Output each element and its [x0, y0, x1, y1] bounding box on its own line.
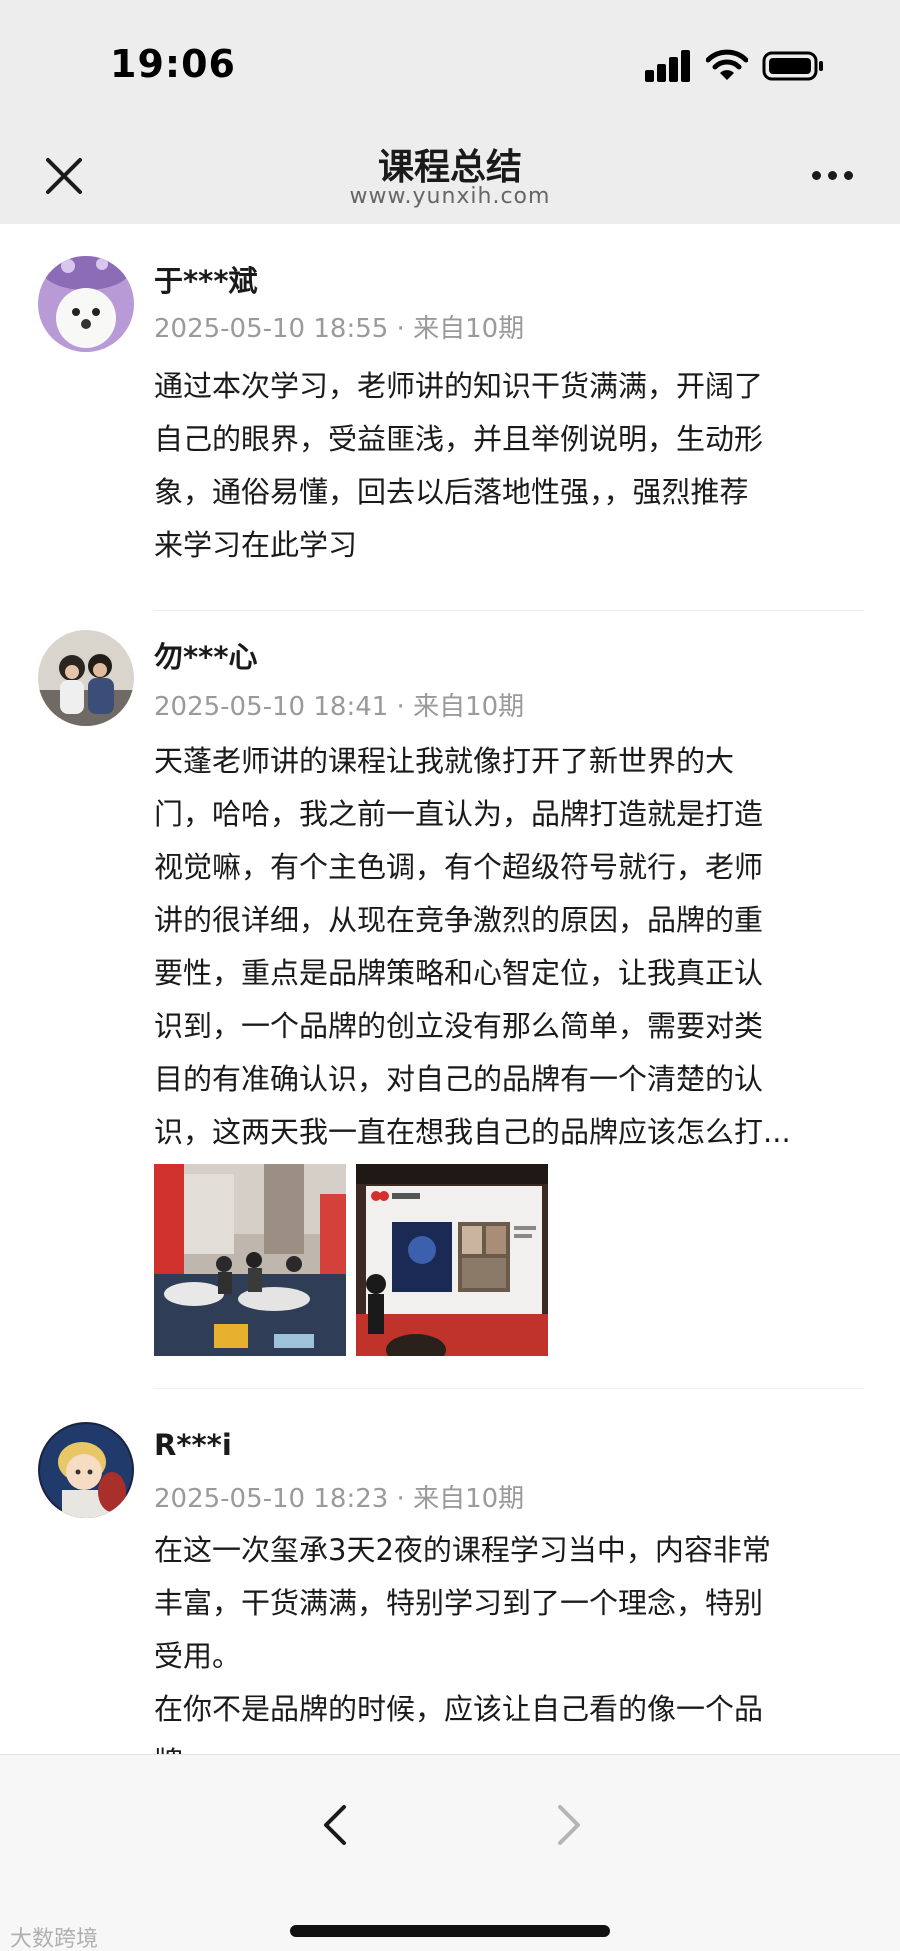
comment-text: 天蓬老师讲的课程让我就像打开了新世界的大 门，哈哈，我之前一直认为，品牌打造就是…	[154, 735, 864, 1159]
chevron-left-icon[interactable]	[316, 1801, 356, 1849]
divider	[154, 610, 864, 611]
status-time: 19:06	[110, 42, 236, 86]
post-meta: 2025-05-10 18:41 · 来自10期	[154, 692, 525, 722]
username: R***i	[154, 1428, 232, 1462]
text-line: 门，哈哈，我之前一直认为，品牌打造就是打造	[154, 797, 764, 831]
watermark: 大数跨境	[10, 1927, 99, 1951]
home-indicator[interactable]	[290, 1925, 610, 1937]
avatar[interactable]	[38, 256, 134, 352]
text-line: 受用。	[154, 1639, 242, 1673]
chevron-right-icon[interactable]	[548, 1801, 588, 1849]
text-line: 象，通俗易懂，回去以后落地性强，，强烈推荐	[154, 475, 749, 509]
text-line: 讲的很详细，从现在竞争激烈的原因，品牌的重	[154, 903, 764, 937]
text-line: 视觉嘛，有个主色调，有个超级符号就行，老师	[154, 850, 764, 884]
page-title: 课程总结	[377, 147, 522, 188]
bottom-toolbar: 大数跨境	[0, 1754, 900, 1951]
text-line: 丰富，干货满满，特别学习到了一个理念，特别	[154, 1586, 764, 1620]
avatar[interactable]	[38, 630, 134, 726]
text-line: 要性，重点是品牌策略和心智定位，让我真正认	[154, 956, 764, 990]
post-meta: 2025-05-10 18:23 · 来自10期	[154, 1484, 525, 1514]
username: 于***斌	[154, 264, 258, 298]
more-icon[interactable]	[808, 156, 858, 196]
text-line: 在你不是品牌的时候，应该让自己看的像一个品	[154, 1692, 764, 1726]
page-subtitle: www.yunxih.com	[349, 184, 551, 209]
username: 勿***心	[154, 640, 258, 674]
comment-text: 在这一次玺承3天2夜的课程学习当中，内容非常 丰富，干货满满，特别学习到了一个理…	[154, 1524, 864, 1754]
comment-text: 通过本次学习，老师讲的知识干货满满，开阔了 自己的眼界，受益匪浅，并且举例说明，…	[154, 360, 864, 572]
battery-icon	[762, 51, 823, 81]
text-line: 在这一次玺承3天2夜的课程学习当中，内容非常	[154, 1533, 771, 1567]
nav-bar: 课程总结 www.yunxih.com	[0, 120, 900, 224]
divider	[154, 1388, 864, 1389]
comment-feed[interactable]: 于***斌 2025-05-10 18:55 · 来自10期 通过本次学习，老师…	[0, 224, 900, 1754]
text-line: 识到，一个品牌的创立没有那么简单，需要对类	[154, 1009, 764, 1043]
text-line: 天蓬老师讲的课程让我就像打开了新世界的大	[154, 744, 735, 778]
text-line: 识，这两天我一直在想我自己的品牌应该怎么打...	[154, 1115, 791, 1149]
status-bar: 19:06	[0, 0, 900, 120]
wifi-icon	[706, 49, 748, 80]
cellular-signal-icon	[645, 50, 691, 82]
photo-thumbnail[interactable]	[356, 1164, 548, 1356]
text-line: 通过本次学习，老师讲的知识干货满满，开阔了	[154, 369, 764, 403]
text-line: 自己的眼界，受益匪浅，并且举例说明，生动形	[154, 422, 764, 456]
text-line: 牌。	[154, 1736, 864, 1754]
avatar[interactable]	[38, 1422, 134, 1518]
text-line: 目的有准确认识，对自己的品牌有一个清楚的认	[154, 1062, 764, 1096]
photo-thumbnail[interactable]	[154, 1164, 346, 1356]
text-line: 来学习在此学习	[154, 528, 358, 562]
post-meta: 2025-05-10 18:55 · 来自10期	[154, 314, 525, 344]
